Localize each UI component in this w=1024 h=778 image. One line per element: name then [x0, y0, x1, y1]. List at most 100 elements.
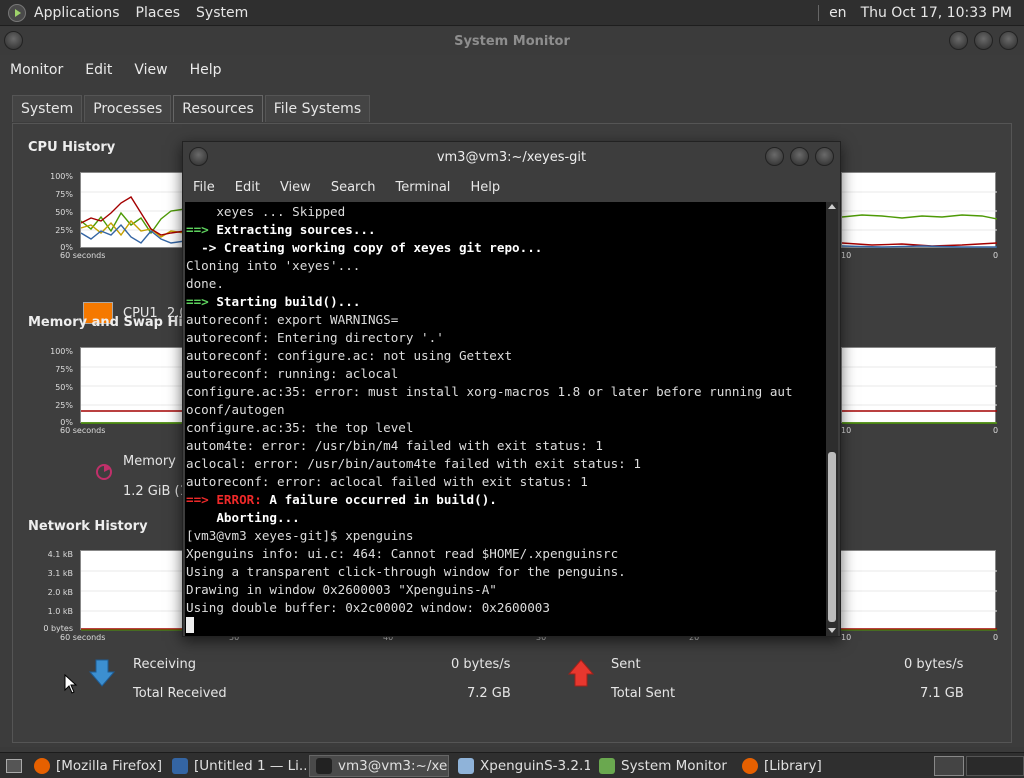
tab-system[interactable]: System [12, 95, 83, 122]
terminal-text: A failure occurred in build(). [261, 492, 497, 507]
terminal-text: ==> [186, 492, 217, 507]
terminal-line: configure.ac:35: the top level [185, 419, 827, 437]
window-menu-button[interactable] [4, 31, 23, 50]
terminal-text: aclocal: error: /usr/bin/autom4te failed… [186, 456, 641, 471]
terminal-scrollbar[interactable] [826, 202, 838, 636]
network-y-tick: 1.0 kB [47, 607, 73, 616]
menu-file[interactable]: File [193, 180, 215, 195]
menu-monitor[interactable]: Monitor [10, 62, 63, 78]
terminal-text: [vm3@vm3 xeyes-git]$ xpenguins [186, 528, 414, 543]
terminal-text: autoreconf: Entering directory '.' [186, 330, 444, 345]
workspace-switcher-1[interactable] [934, 755, 964, 776]
scroll-down-icon[interactable] [828, 628, 836, 633]
places-menu[interactable]: Places [136, 5, 181, 21]
terminal-text: Creating working copy of xeyes git repo.… [223, 240, 543, 255]
close-button[interactable] [815, 147, 834, 166]
menu-edit[interactable]: Edit [235, 180, 260, 195]
receiving-label: Receiving [133, 657, 197, 672]
cpu-x-label-left: 60 seconds [60, 251, 106, 260]
top-panel: Applications Places System en Thu Oct 17… [0, 0, 1024, 26]
cpu-x-label: 0 [993, 251, 999, 260]
terminal-text: Using a transparent click-through window… [186, 564, 626, 579]
workspace-switcher-2[interactable] [966, 755, 1024, 776]
menu-view[interactable]: View [134, 62, 167, 78]
cpu-y-tick: 100% [50, 172, 73, 181]
tab-resources[interactable]: Resources [173, 95, 263, 122]
sent-label: Sent [611, 657, 641, 672]
menu-terminal[interactable]: Terminal [395, 180, 450, 195]
terminal-text: ==> [186, 222, 217, 237]
firefox-icon [34, 757, 50, 774]
scroll-up-icon[interactable] [828, 204, 836, 209]
taskbar-button-label: [Mozilla Firefox] [56, 757, 163, 774]
menu-view[interactable]: View [280, 180, 311, 195]
terminal-text: autoreconf: error: aclocal failed with e… [186, 474, 588, 489]
network-x-label: 0 [993, 633, 999, 642]
cpu-graph-right [841, 172, 997, 248]
tab-processes[interactable]: Processes [84, 95, 172, 122]
terminal-line: ==> Extracting sources... [185, 221, 827, 239]
system-menu[interactable]: System [196, 5, 248, 21]
total-sent-value: 7.1 GB [920, 686, 964, 701]
terminal-text: Cloning into 'xeyes'... [186, 258, 361, 273]
close-button[interactable] [999, 31, 1018, 50]
taskbar-button[interactable]: [Library] [736, 755, 826, 777]
cpu-y-tick: 25% [55, 226, 73, 235]
maximize-button[interactable] [790, 147, 809, 166]
taskbar-button[interactable]: vm3@vm3:~/xe... [309, 754, 449, 777]
keyboard-layout-indicator[interactable]: en [829, 5, 847, 21]
mate-menu-icon[interactable] [8, 3, 26, 22]
network-x-label: 60 seconds [60, 633, 106, 642]
menu-search[interactable]: Search [331, 180, 376, 195]
terminal-text: autom4te: error: /usr/bin/m4 failed with… [186, 438, 604, 453]
taskbar-button[interactable]: [Mozilla Firefox] [28, 755, 163, 777]
menu-edit[interactable]: Edit [85, 62, 112, 78]
window-icon [458, 757, 474, 774]
taskbar-button[interactable]: [Untitled 1 — Li... [166, 755, 306, 777]
maximize-button[interactable] [974, 31, 993, 50]
network-y-tick: 2.0 kB [47, 588, 73, 597]
memory-y-tick: 25% [55, 401, 73, 410]
receiving-arrow-icon[interactable] [88, 658, 116, 688]
terminal-line: autoreconf: export WARNINGS= [185, 311, 827, 329]
memory-x-label-left: 60 seconds [60, 426, 106, 435]
memory-graph-right [841, 347, 997, 424]
writer-icon [172, 757, 188, 774]
taskbar-button[interactable]: System Monitor [593, 755, 733, 777]
sent-arrow-icon[interactable] [567, 658, 595, 688]
terminal-line: autom4te: error: /usr/bin/m4 failed with… [185, 437, 827, 455]
memory-y-tick: 50% [55, 383, 73, 392]
sysmon-titlebar[interactable]: System Monitor [0, 27, 1024, 55]
terminal-line: autoreconf: error: aclocal failed with e… [185, 473, 827, 491]
window-menu-button[interactable] [189, 147, 208, 166]
total-received-value: 7.2 GB [467, 686, 511, 701]
terminal-line: autoreconf: configure.ac: not using Gett… [185, 347, 827, 365]
minimize-button[interactable] [765, 147, 784, 166]
terminal-titlebar[interactable]: vm3@vm3:~/xeyes-git [183, 142, 840, 172]
terminal-line: ==> ERROR: A failure occurred in build()… [185, 491, 827, 509]
taskbar-button[interactable]: XpenguinS-3.2.1 [452, 755, 590, 777]
terminal-text: -> [186, 240, 224, 255]
terminal-output[interactable]: xeyes ... Skipped ==> Extracting sources.… [185, 202, 827, 636]
applications-menu[interactable]: Applications [34, 5, 120, 21]
memory-pie-icon[interactable] [93, 460, 115, 482]
menu-help[interactable]: Help [470, 180, 500, 195]
cpu-graph-left [80, 172, 185, 248]
show-desktop-icon[interactable] [6, 758, 22, 773]
minimize-button[interactable] [949, 31, 968, 50]
menu-help[interactable]: Help [190, 62, 222, 78]
terminal-text: autoreconf: running: aclocal [186, 366, 399, 381]
taskbar-button-label: vm3@vm3:~/xe... [338, 757, 449, 774]
clock[interactable]: Thu Oct 17, 10:33 PM [861, 5, 1012, 21]
tab-file-systems[interactable]: File Systems [264, 95, 371, 122]
terminal-line: Drawing in window 0x2600003 "Xpenguins-A… [185, 581, 827, 599]
task-list: [Mozilla Firefox] [Untitled 1 — Li... vm3@… [28, 754, 829, 777]
mouse-pointer-icon [64, 673, 78, 698]
taskbar-button-label: System Monitor [621, 757, 727, 774]
taskbar-button-label: XpenguinS-3.2.1 [480, 757, 590, 774]
scrollbar-thumb[interactable] [828, 452, 836, 622]
terminal-text: Starting build()... [216, 294, 361, 309]
sysmon-title: System Monitor [454, 33, 570, 49]
network-y-tick: 3.1 kB [47, 569, 73, 578]
sysmon-icon [599, 757, 615, 774]
